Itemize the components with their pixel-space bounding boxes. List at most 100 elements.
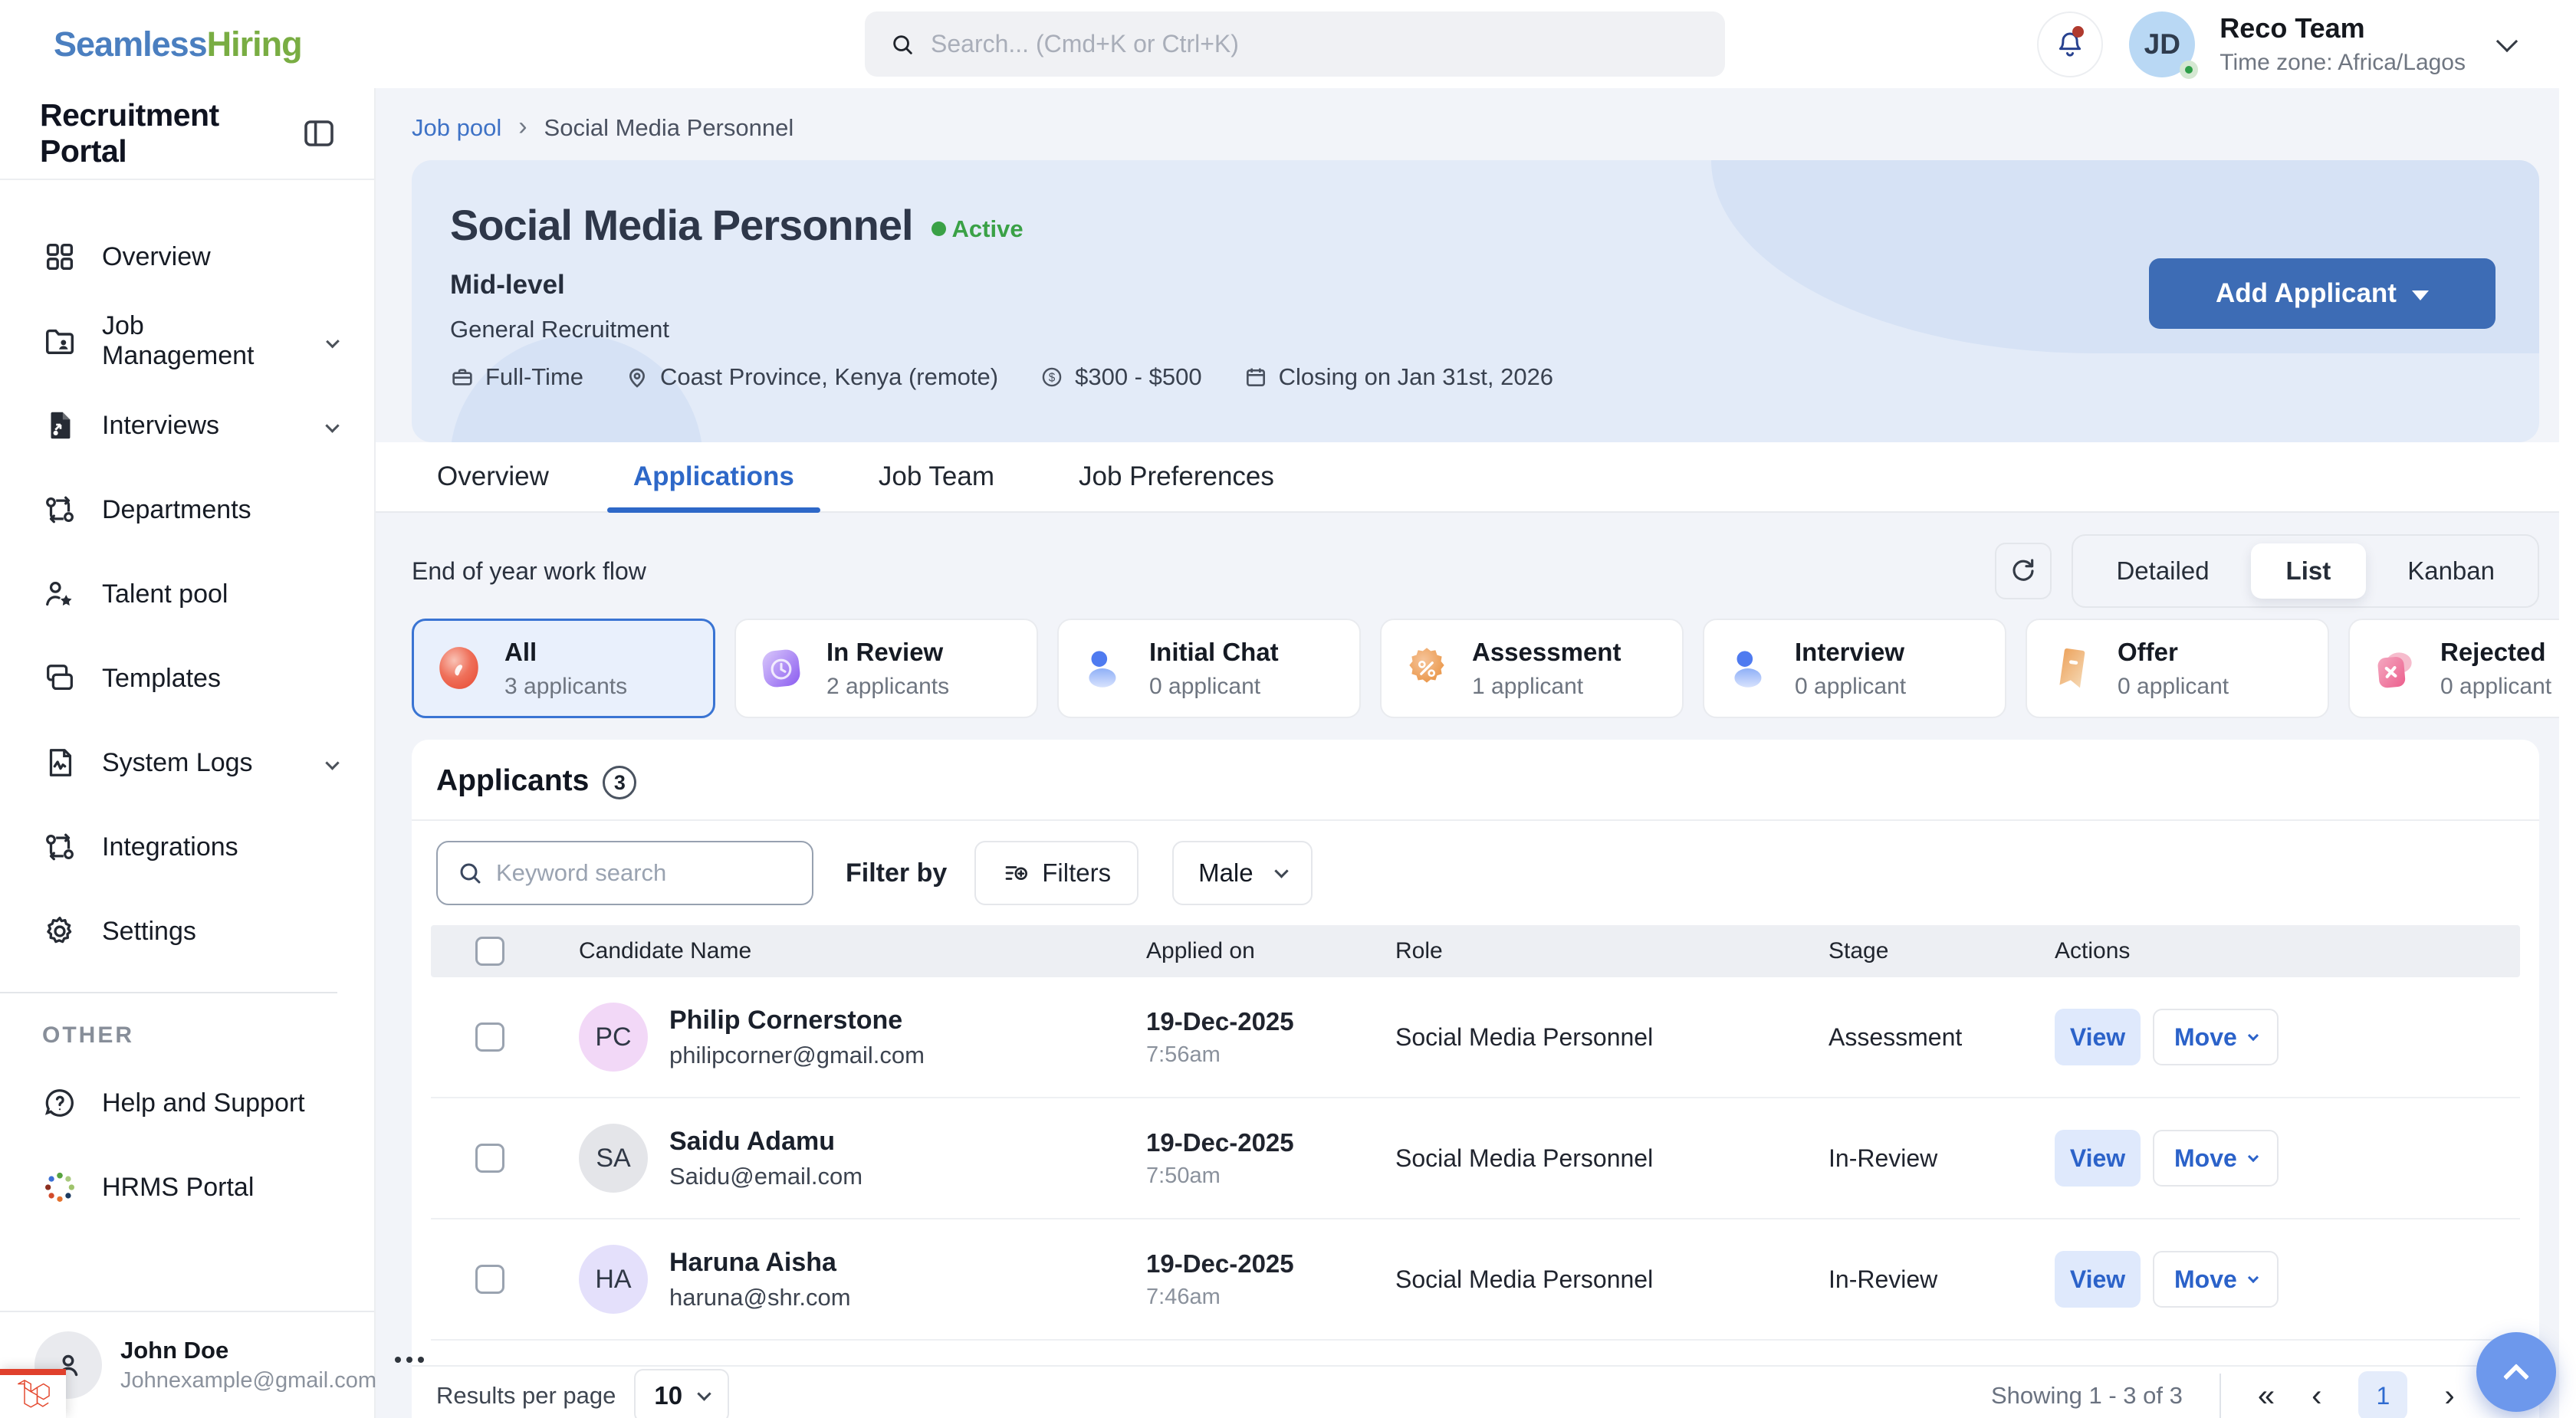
interviews-icon bbox=[42, 408, 77, 443]
chevron-down-icon[interactable] bbox=[2496, 30, 2518, 51]
move-label: Move bbox=[2174, 1023, 2237, 1052]
scrollbar[interactable] bbox=[2559, 88, 2576, 1418]
laravel-icon bbox=[16, 1379, 50, 1414]
stage-card-assessment[interactable]: Assessment 1 applicant bbox=[1380, 619, 1684, 718]
view-button[interactable]: View bbox=[2055, 1251, 2141, 1308]
row-checkbox[interactable] bbox=[475, 1265, 504, 1294]
overview-icon bbox=[42, 239, 77, 274]
current-page[interactable]: 1 bbox=[2358, 1371, 2407, 1418]
tab-overview[interactable]: Overview bbox=[406, 442, 580, 511]
employment-type-label: Full-Time bbox=[485, 363, 583, 391]
move-button[interactable]: Move bbox=[2153, 1130, 2279, 1187]
job-salary-label: $300 - $500 bbox=[1075, 363, 1201, 391]
integrations-icon bbox=[42, 829, 77, 865]
chevron-down-icon bbox=[2248, 1151, 2259, 1162]
scroll-to-top-button[interactable] bbox=[2476, 1332, 2556, 1412]
candidate-stage: Assessment bbox=[1829, 1023, 2055, 1052]
keyword-search-input[interactable] bbox=[496, 859, 802, 887]
view-detailed[interactable]: Detailed bbox=[2081, 543, 2244, 599]
notifications-button[interactable] bbox=[2037, 11, 2103, 77]
refresh-button[interactable] bbox=[1995, 543, 2052, 599]
applied-date: 19-Dec-2025 bbox=[1146, 1249, 1395, 1278]
stage-card-interview[interactable]: Interview 0 applicant bbox=[1703, 619, 2006, 718]
sidebar-item-settings[interactable]: Settings bbox=[0, 889, 374, 973]
divider bbox=[2220, 1374, 2221, 1418]
sidebar-item-help-and-support[interactable]: Help and Support bbox=[0, 1061, 374, 1145]
talent-pool-icon bbox=[42, 576, 77, 612]
stage-card-offer[interactable]: Offer 0 applicant bbox=[2026, 619, 2329, 718]
user-avatar[interactable]: JD bbox=[2129, 11, 2195, 77]
row-checkbox[interactable] bbox=[475, 1144, 504, 1173]
breadcrumb-link[interactable]: Job pool bbox=[412, 114, 501, 142]
sidebar-item-departments[interactable]: Departments bbox=[0, 468, 374, 552]
filter-by-label: Filter by bbox=[846, 858, 947, 888]
sidebar-item-hrms-portal[interactable]: HRMS Portal bbox=[0, 1145, 374, 1229]
job-meta: Full-Time Coast Province, Kenya (remote)… bbox=[450, 363, 2539, 391]
stage-card-in-review[interactable]: In Review 2 applicants bbox=[734, 619, 1038, 718]
view-button[interactable]: View bbox=[2055, 1009, 2141, 1065]
tab-job-team[interactable]: Job Team bbox=[848, 442, 1025, 511]
global-search-input[interactable] bbox=[931, 30, 1700, 58]
gender-filter-value: Male bbox=[1198, 858, 1254, 888]
candidate-email: Saidu@email.com bbox=[669, 1163, 863, 1190]
stage-card-all[interactable]: All 3 applicants bbox=[412, 619, 715, 718]
job-location: Coast Province, Kenya (remote) bbox=[625, 363, 998, 391]
stage-count: 0 applicant bbox=[2118, 674, 2229, 700]
select-all-checkbox[interactable] bbox=[475, 937, 504, 966]
dollar-icon: $ bbox=[1040, 365, 1064, 389]
showing-label: Showing 1 - 3 of 3 bbox=[1991, 1382, 2183, 1410]
sidebar-item-interviews[interactable]: Interviews bbox=[0, 383, 374, 468]
sidebar-collapse-button[interactable] bbox=[301, 115, 337, 152]
sidebar-item-talent-pool[interactable]: Talent pool bbox=[0, 552, 374, 636]
col-role: Role bbox=[1395, 938, 1829, 964]
first-page-icon[interactable]: « bbox=[2258, 1380, 2275, 1411]
footer-user-email: Johnexample@gmail.com bbox=[120, 1368, 376, 1393]
table-row-saidu-adamu: SA Saidu Adamu Saidu@email.com 19-Dec-20… bbox=[431, 1098, 2520, 1219]
applicants-panel: Applicants 3 Filter by Filters Male Cand… bbox=[412, 740, 2539, 1418]
row-checkbox[interactable] bbox=[475, 1022, 504, 1052]
col-candidate-name: Candidate Name bbox=[579, 938, 1146, 964]
sidebar-item-label: Departments bbox=[102, 495, 251, 525]
tab-job-preferences[interactable]: Job Preferences bbox=[1048, 442, 1305, 511]
view-button[interactable]: View bbox=[2055, 1130, 2141, 1187]
move-button[interactable]: Move bbox=[2153, 1251, 2279, 1308]
sidebar-item-system-logs[interactable]: System Logs bbox=[0, 720, 374, 805]
tab-label: Overview bbox=[437, 461, 549, 492]
view-list[interactable]: List bbox=[2251, 543, 2367, 599]
debugbar-toggle[interactable] bbox=[0, 1369, 66, 1418]
per-page-select[interactable]: 10 bbox=[634, 1369, 729, 1418]
tab-applications[interactable]: Applications bbox=[603, 442, 825, 511]
more-options-icon[interactable] bbox=[395, 1357, 424, 1374]
stage-name: Rejected bbox=[2440, 638, 2551, 667]
col-applied-on: Applied on bbox=[1146, 938, 1395, 964]
breadcrumb: Job pool › Social Media Personnel bbox=[412, 114, 2576, 142]
app-logo: SeamlessHiring bbox=[54, 25, 302, 64]
sidebar-item-integrations[interactable]: Integrations bbox=[0, 805, 374, 889]
prev-page-icon[interactable]: ‹ bbox=[2312, 1380, 2321, 1411]
table-header: Candidate Name Applied on Role Stage Act… bbox=[431, 925, 2520, 977]
add-applicant-label: Add Applicant bbox=[2216, 278, 2397, 309]
sidebar-item-overview[interactable]: Overview bbox=[0, 215, 374, 299]
online-status-dot bbox=[2180, 61, 2198, 79]
sidebar-item-templates[interactable]: Templates bbox=[0, 636, 374, 720]
applicants-count-badge: 3 bbox=[603, 766, 636, 799]
move-button[interactable]: Move bbox=[2153, 1009, 2279, 1065]
candidate-avatar: SA bbox=[579, 1124, 648, 1193]
stage-card-rejected[interactable]: Rejected 0 applicant bbox=[2348, 619, 2576, 718]
applicants-heading: Applicants bbox=[436, 764, 589, 798]
stage-card-initial-chat[interactable]: Initial Chat 0 applicant bbox=[1057, 619, 1361, 718]
filters-button[interactable]: Filters bbox=[974, 841, 1138, 905]
job-status-label: Active bbox=[952, 215, 1024, 243]
global-search[interactable] bbox=[865, 11, 1725, 77]
keyword-search[interactable] bbox=[436, 841, 813, 905]
next-page-icon[interactable]: › bbox=[2444, 1380, 2454, 1411]
sidebar-item-job-management[interactable]: Job Management bbox=[0, 299, 374, 383]
view-kanban[interactable]: Kanban bbox=[2372, 543, 2530, 599]
applied-date: 19-Dec-2025 bbox=[1146, 1007, 1395, 1036]
user-info[interactable]: Reco Team Time zone: Africa/Lagos bbox=[2220, 12, 2466, 76]
map-pin-icon bbox=[625, 365, 649, 389]
sidebar-item-label: Overview bbox=[102, 242, 211, 272]
gender-filter-dropdown[interactable]: Male bbox=[1172, 841, 1313, 905]
view-toggle: Detailed List Kanban bbox=[2072, 534, 2539, 608]
add-applicant-button[interactable]: Add Applicant bbox=[2149, 258, 2496, 329]
